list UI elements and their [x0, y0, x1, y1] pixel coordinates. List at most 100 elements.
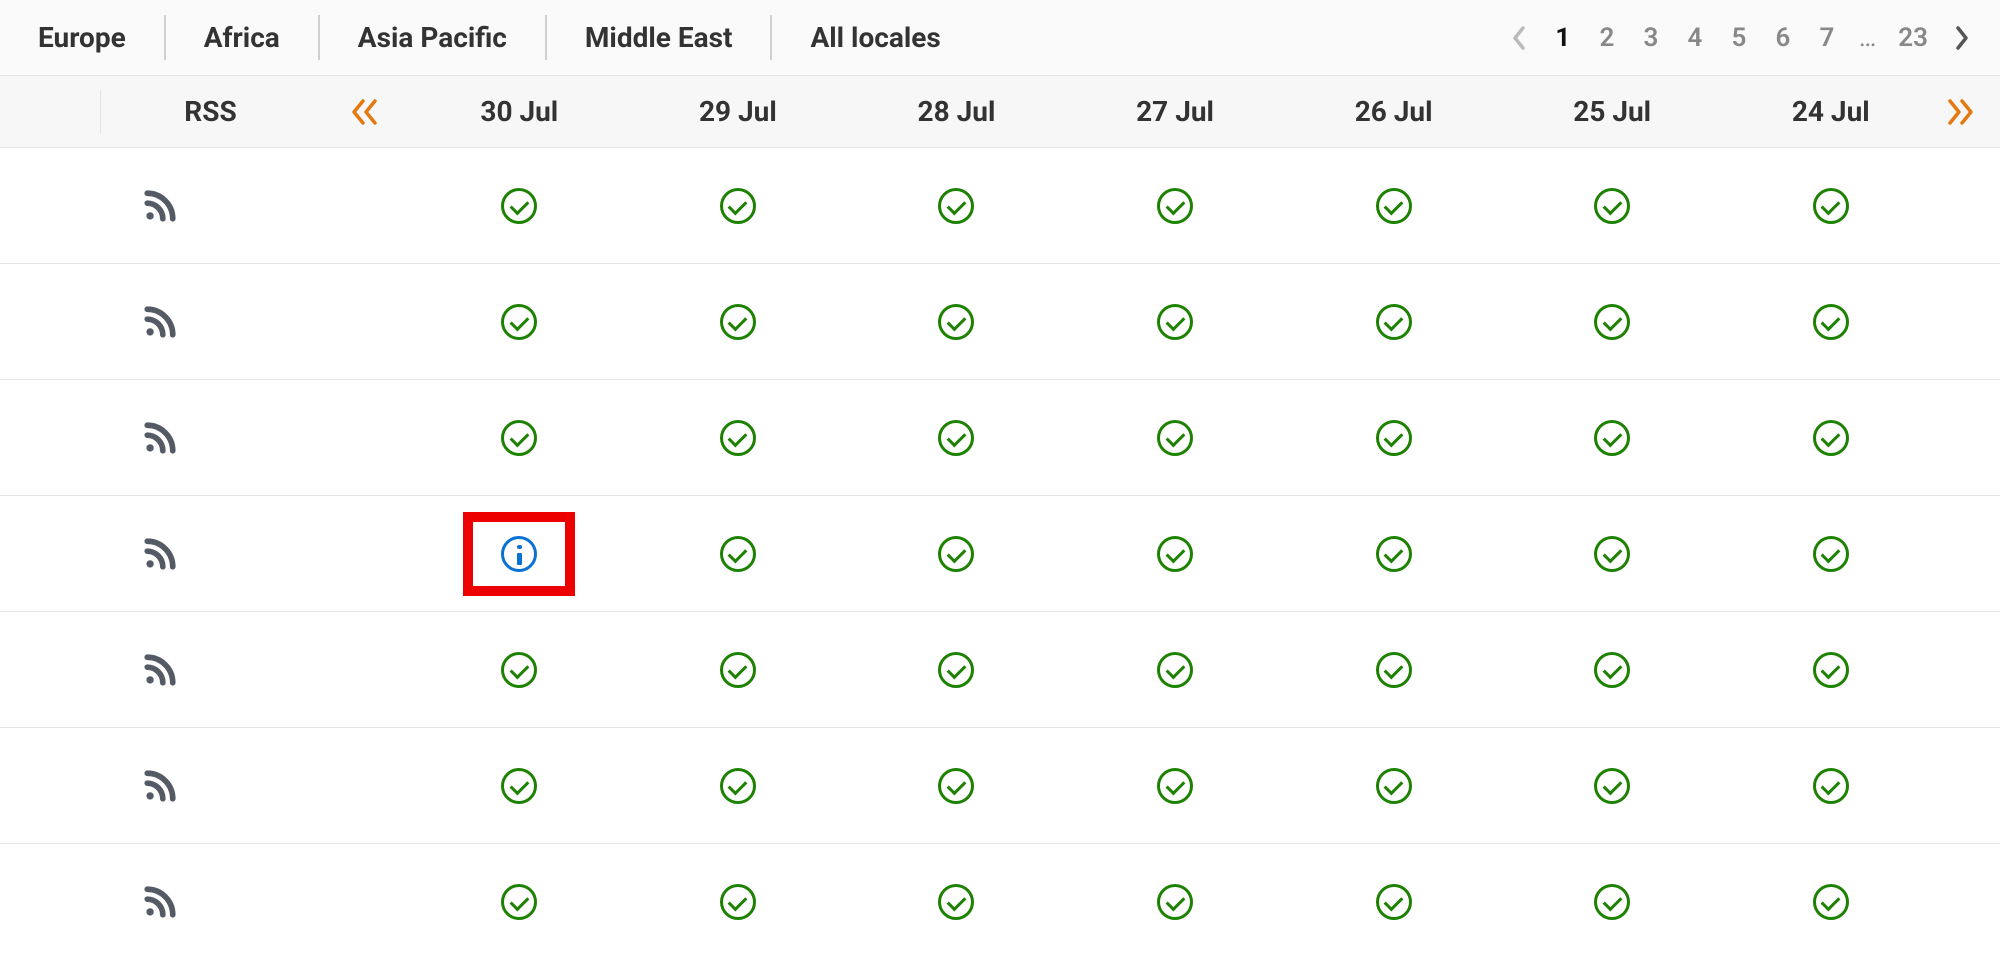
status-ok-icon — [1157, 188, 1193, 224]
status-cell[interactable] — [1721, 420, 1940, 456]
status-ok-icon — [938, 884, 974, 920]
status-cell[interactable] — [1066, 768, 1285, 804]
status-cell[interactable] — [629, 652, 848, 688]
status-ok-icon — [1813, 420, 1849, 456]
status-ok-icon — [1157, 304, 1193, 340]
table-row — [0, 496, 2000, 612]
status-cell[interactable] — [847, 652, 1066, 688]
status-ok-icon — [720, 304, 756, 340]
status-cell[interactable] — [847, 304, 1066, 340]
status-cell[interactable] — [1284, 536, 1503, 572]
page-6[interactable]: 6 — [1765, 19, 1801, 57]
status-cell[interactable] — [1503, 304, 1722, 340]
status-cell[interactable] — [1066, 304, 1285, 340]
table-row — [0, 612, 2000, 728]
table-row — [0, 380, 2000, 496]
status-ok-icon — [1376, 304, 1412, 340]
status-cell[interactable] — [1721, 884, 1940, 920]
status-cell[interactable] — [1066, 652, 1285, 688]
rss-link[interactable] — [100, 189, 220, 223]
status-cell[interactable] — [1284, 652, 1503, 688]
status-ok-icon — [501, 420, 537, 456]
status-ok-icon — [1157, 536, 1193, 572]
status-cell[interactable] — [1284, 304, 1503, 340]
tab-asia-pacific[interactable]: Asia Pacific — [320, 15, 547, 60]
rss-link[interactable] — [100, 769, 220, 803]
tab-all-locales[interactable]: All locales — [772, 15, 978, 60]
date-next-button[interactable] — [1940, 97, 2000, 127]
status-cell[interactable] — [1284, 884, 1503, 920]
status-cell[interactable] — [847, 420, 1066, 456]
page-4[interactable]: 4 — [1677, 19, 1713, 57]
page-5[interactable]: 5 — [1721, 19, 1757, 57]
status-cell[interactable] — [847, 884, 1066, 920]
status-cell[interactable] — [1503, 420, 1722, 456]
rss-link[interactable] — [100, 537, 220, 571]
date-prev-button[interactable] — [320, 97, 410, 127]
tab-africa[interactable]: Africa — [166, 15, 320, 60]
status-cell[interactable] — [410, 420, 629, 456]
status-ok-icon — [1594, 304, 1630, 340]
page-3[interactable]: 3 — [1633, 19, 1669, 57]
page-7[interactable]: 7 — [1809, 19, 1845, 57]
status-cell[interactable] — [410, 304, 629, 340]
page-prev-icon[interactable] — [1501, 20, 1537, 56]
status-cell[interactable] — [1721, 304, 1940, 340]
status-cell[interactable] — [629, 884, 848, 920]
page-next-icon[interactable] — [1944, 20, 1980, 56]
status-ok-icon — [1813, 768, 1849, 804]
status-info-icon — [501, 536, 537, 572]
rss-link[interactable] — [100, 653, 220, 687]
page-last[interactable]: 23 — [1890, 19, 1936, 57]
status-ok-icon — [501, 884, 537, 920]
table-row — [0, 264, 2000, 380]
status-cell[interactable] — [410, 652, 629, 688]
status-cell[interactable] — [1066, 188, 1285, 224]
status-cell[interactable] — [1066, 420, 1285, 456]
tab-middle-east[interactable]: Middle East — [547, 15, 773, 60]
status-cell[interactable] — [1721, 188, 1940, 224]
status-ok-icon — [1157, 768, 1193, 804]
status-ok-icon — [501, 652, 537, 688]
status-cell[interactable] — [629, 768, 848, 804]
status-cell[interactable] — [847, 536, 1066, 572]
status-ok-icon — [720, 536, 756, 572]
status-cell[interactable] — [410, 884, 629, 920]
status-ok-icon — [1594, 188, 1630, 224]
rss-icon — [143, 421, 177, 455]
page-2[interactable]: 2 — [1589, 19, 1625, 57]
status-cell[interactable] — [410, 768, 629, 804]
rss-icon — [143, 769, 177, 803]
status-cell[interactable] — [1721, 652, 1940, 688]
status-ok-icon — [501, 304, 537, 340]
status-cell[interactable] — [1503, 768, 1722, 804]
status-cell[interactable] — [410, 188, 629, 224]
status-cell[interactable] — [1066, 536, 1285, 572]
status-cell[interactable] — [1066, 884, 1285, 920]
status-cell[interactable] — [1503, 884, 1722, 920]
pagination: 1 2 3 4 5 6 7 … 23 — [1501, 19, 1980, 57]
status-rows — [0, 148, 2000, 960]
status-cell[interactable] — [1284, 768, 1503, 804]
status-cell[interactable] — [410, 512, 629, 596]
status-cell[interactable] — [1503, 536, 1722, 572]
status-ok-icon — [1813, 536, 1849, 572]
status-cell[interactable] — [1503, 652, 1722, 688]
tab-europe[interactable]: Europe — [0, 15, 166, 60]
rss-link[interactable] — [100, 885, 220, 919]
status-cell[interactable] — [629, 188, 848, 224]
rss-link[interactable] — [100, 421, 220, 455]
rss-link[interactable] — [100, 305, 220, 339]
status-cell[interactable] — [629, 536, 848, 572]
status-cell[interactable] — [847, 768, 1066, 804]
status-cell[interactable] — [1284, 420, 1503, 456]
status-cell[interactable] — [847, 188, 1066, 224]
status-cell[interactable] — [629, 420, 848, 456]
status-cell[interactable] — [1284, 188, 1503, 224]
status-cell[interactable] — [1721, 768, 1940, 804]
status-cell[interactable] — [629, 304, 848, 340]
status-cell[interactable] — [1503, 188, 1722, 224]
date-col-0: 30 Jul — [410, 95, 629, 128]
status-cell[interactable] — [1721, 536, 1940, 572]
page-1[interactable]: 1 — [1545, 19, 1581, 57]
